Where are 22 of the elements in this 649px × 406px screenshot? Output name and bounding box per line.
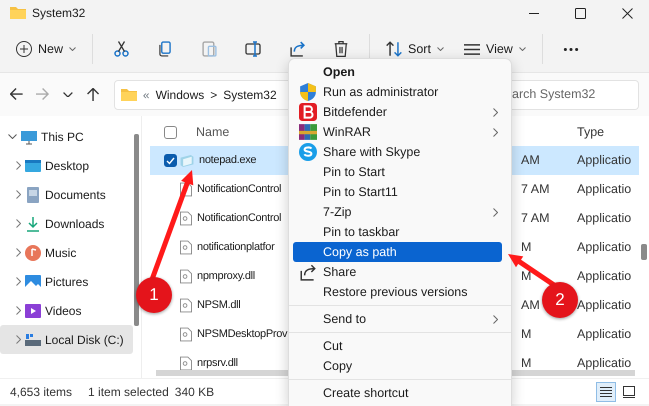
item-count: 4,653 items [10, 384, 72, 400]
date-text: AM [521, 153, 540, 168]
date-text: M [521, 327, 532, 342]
file-type: Applicatio [577, 152, 632, 170]
date-text: M [521, 269, 532, 284]
date-text: 7 AM [521, 182, 550, 196]
date-text: AM [521, 298, 540, 312]
file-type: Applicatio [577, 355, 632, 372]
date-text: M [521, 356, 532, 370]
file-type: Applicatio [577, 326, 632, 344]
file-type: Applicatio [577, 210, 632, 228]
file-type: Applicatio [577, 268, 632, 286]
file-type: Applicatio [577, 297, 632, 314]
file-type: Applicatio [577, 239, 632, 256]
breadcrumb-separator: > [210, 86, 218, 104]
date-text: M [521, 240, 532, 254]
selection-size: 340 KB [174, 384, 214, 400]
date-text: 7 AM [521, 211, 550, 226]
selection-count: 1 item selected [88, 384, 169, 400]
window-title: System32 [32, 5, 86, 22]
file-type: Applicatio [577, 181, 632, 198]
file-name: notepad.exe [199, 153, 256, 168]
